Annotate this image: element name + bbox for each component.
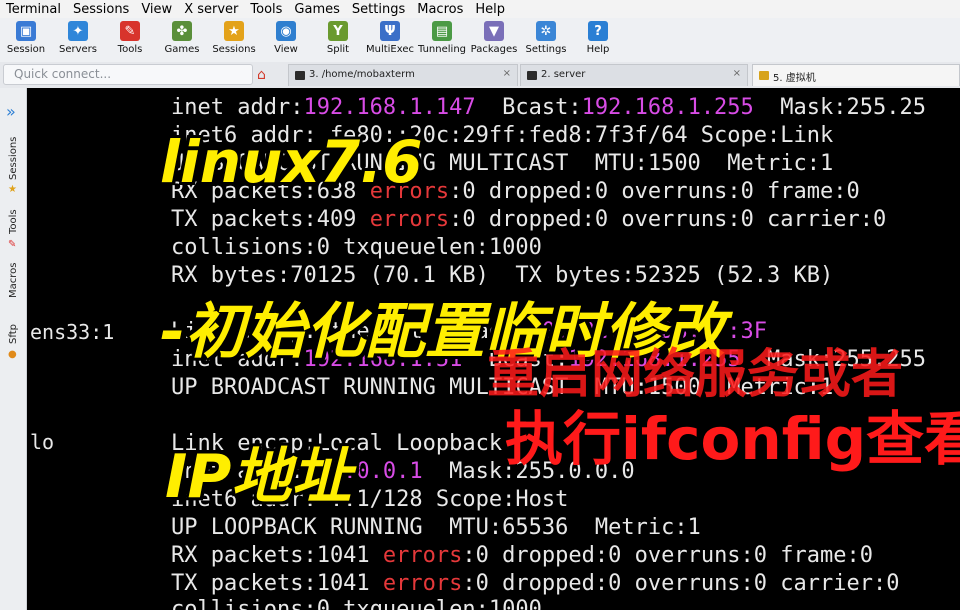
overlay-title-ip: IP地址 (165, 442, 352, 512)
games-icon: ✤ (172, 21, 192, 41)
help-icon: ? (588, 21, 608, 41)
tools-icon: ✎ (8, 239, 17, 250)
tab-label: 2. server (541, 69, 586, 80)
multiexec-icon: Ψ (380, 21, 400, 41)
close-icon[interactable]: × (503, 68, 511, 79)
packages-icon: ▼ (484, 21, 504, 41)
toolbar-games-button[interactable]: ✤ Games (156, 18, 208, 55)
toolbar-label: Settings (525, 44, 567, 55)
menu-help[interactable]: Help (469, 2, 511, 17)
toolbar-tools-button[interactable]: ✎ Tools (104, 18, 156, 55)
toolbar-label: View (274, 44, 298, 55)
terminal-line: inet addr:192.168.1.147 Bcast:192.168.1.… (171, 95, 926, 120)
menu-sessions[interactable]: Sessions (67, 2, 135, 17)
sidebar-tab-tools[interactable]: Tools (8, 209, 19, 234)
terminal-icon (527, 71, 537, 80)
menu-view[interactable]: View (135, 2, 178, 17)
sessions-star-icon: ★ (224, 21, 244, 41)
toolbar-servers-button[interactable]: ✦ Servers (52, 18, 104, 55)
toolbar: ▣ Session ✦ Servers ✎ Tools ✤ Games ★ Sessions ◉ Vi… (0, 18, 960, 62)
terminal-line: collisions:0 txqueuelen:1000 (171, 597, 542, 610)
tools-icon: ✎ (120, 21, 140, 41)
interface-name: lo (30, 430, 55, 454)
sftp-icon: ● (8, 349, 17, 360)
view-icon: ◉ (276, 21, 296, 41)
tab-bar: Quick connect... ⌂ 3. /home/mobaxterm × … (0, 62, 960, 88)
terminal-line: UP LOOPBACK RUNNING MTU:65536 Metric:1 (171, 515, 701, 540)
toolbar-label: Split (326, 44, 350, 55)
tab-virtual-machine[interactable]: 5. 虚拟机 (752, 64, 960, 86)
session-icon: ▣ (16, 21, 36, 41)
tab-label: 3. /home/mobaxterm (309, 69, 415, 80)
toolbar-label: Help (586, 44, 610, 55)
toolbar-help-button[interactable]: ? Help (572, 18, 624, 55)
terminal-line: collisions:0 txqueuelen:1000 (171, 235, 542, 260)
menu-tools[interactable]: Tools (244, 2, 288, 17)
terminal-line: RX packets:1041 errors:0 dropped:0 overr… (171, 543, 874, 568)
toolbar-label: MultiExec (365, 44, 415, 55)
expand-sidebar-icon[interactable]: » (6, 102, 16, 121)
quick-connect-input[interactable]: Quick connect... (3, 64, 253, 85)
servers-icon: ✦ (68, 21, 88, 41)
toolbar-label: Packages (470, 44, 518, 55)
terminal-line: TX packets:409 errors:0 dropped:0 overru… (171, 207, 887, 232)
tunneling-icon: ▤ (432, 21, 452, 41)
split-icon: Y (328, 21, 348, 41)
toolbar-label: Tools (117, 44, 143, 55)
overlay-hint-ifconfig: 执行ifconfig查看 (505, 405, 960, 473)
menu-macros[interactable]: Macros (411, 2, 469, 17)
sidebar-tab-sftp[interactable]: Sftp (8, 324, 19, 344)
tab-home-mobaxterm[interactable]: 3. /home/mobaxterm × (288, 64, 518, 86)
settings-gear-icon: ✲ (536, 21, 556, 41)
toolbar-sessions-button[interactable]: ★ Sessions (208, 18, 260, 55)
toolbar-label: Servers (58, 44, 97, 55)
toolbar-packages-button[interactable]: ▼ Packages (468, 18, 520, 55)
menu-bar: Terminal Sessions View X server Tools Ga… (0, 0, 960, 18)
interface-name: ens33:1 (30, 320, 115, 344)
sidebar-tab-macros[interactable]: Macros (8, 263, 19, 298)
toolbar-multiexec-button[interactable]: Ψ MultiExec (364, 18, 416, 55)
star-icon: ★ (8, 184, 17, 195)
menu-terminal[interactable]: Terminal (0, 2, 67, 17)
toolbar-label: Tunneling (418, 44, 466, 55)
terminal-icon (295, 71, 305, 80)
terminal-icon (759, 71, 769, 80)
home-icon[interactable]: ⌂ (257, 68, 273, 82)
menu-settings[interactable]: Settings (346, 2, 411, 17)
overlay-title-os: linux7.6 (160, 128, 423, 196)
toolbar-tunneling-button[interactable]: ▤ Tunneling (416, 18, 468, 55)
tab-server[interactable]: 2. server × (520, 64, 748, 86)
toolbar-session-button[interactable]: ▣ Session (0, 18, 52, 55)
left-sidebar: » Sessions ★ Tools ✎ Macros Sftp ● (0, 88, 27, 610)
close-icon[interactable]: × (733, 68, 741, 79)
menu-xserver[interactable]: X server (178, 2, 244, 17)
sidebar-tab-sessions[interactable]: Sessions (8, 137, 19, 180)
toolbar-label: Games (164, 44, 200, 55)
toolbar-label: Session (6, 44, 46, 55)
toolbar-settings-button[interactable]: ✲ Settings (520, 18, 572, 55)
menu-games[interactable]: Games (288, 2, 345, 17)
terminal-line: TX packets:1041 errors:0 dropped:0 overr… (171, 571, 900, 596)
tab-label: 5. 虚拟机 (773, 73, 816, 84)
toolbar-split-button[interactable]: Y Split (312, 18, 364, 55)
toolbar-view-button[interactable]: ◉ View (260, 18, 312, 55)
toolbar-label: Sessions (212, 44, 256, 55)
